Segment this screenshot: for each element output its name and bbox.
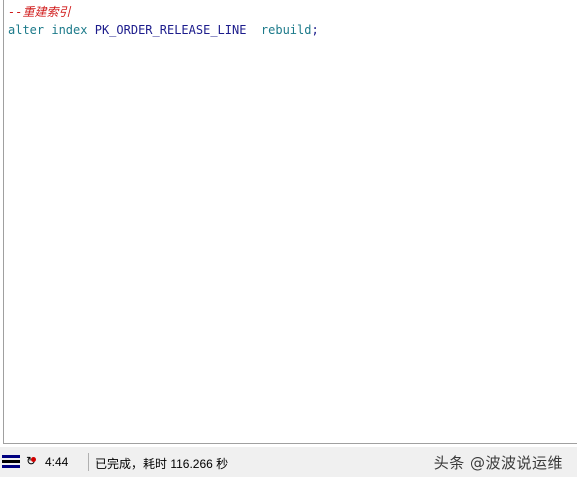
- status-bar-inner: ↻ 4:44 已完成，耗时 116.266 秒 头条 @波波说运维: [0, 451, 577, 473]
- status-separator: [88, 453, 89, 471]
- sql-index-identifier: PK_ORDER_RELEASE_LINE: [94, 23, 247, 37]
- sql-terminator: ;: [311, 23, 319, 37]
- sql-editor[interactable]: --重建索引 alter index PK_ORDER_RELEASE_LINE…: [3, 0, 577, 444]
- sql-keyword-rebuild: rebuild: [260, 23, 312, 37]
- status-bar: ↻ 4:44 已完成，耗时 116.266 秒 头条 @波波说运维: [0, 447, 577, 477]
- sql-keyword-alter: alter: [8, 23, 45, 37]
- status-message: 已完成，耗时 116.266 秒: [95, 457, 229, 471]
- sql-statement-line: alter index PK_ORDER_RELEASE_LINE rebuil…: [8, 22, 319, 38]
- cursor-position: 4:44: [45, 455, 69, 469]
- refresh-icon[interactable]: ↻: [24, 454, 38, 468]
- refresh-dot-icon: [31, 457, 36, 462]
- watermark-text: 头条 @波波说运维: [433, 454, 563, 472]
- sql-comment-line: --重建索引: [8, 5, 71, 19]
- sql-keyword-index: index: [51, 23, 88, 37]
- lines-icon[interactable]: [2, 455, 20, 469]
